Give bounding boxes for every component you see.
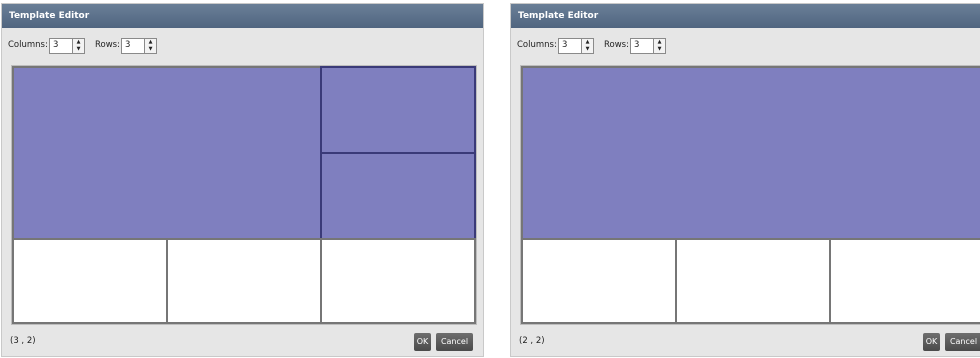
columns-label: Columns: [517,40,557,50]
cancel-button[interactable]: Cancel [945,333,980,351]
grid-cell[interactable] [12,238,168,324]
grid-cell[interactable] [829,238,980,324]
template-grid-canvas[interactable] [11,65,477,325]
cancel-button[interactable]: Cancel [436,333,473,351]
ok-button[interactable]: OK [923,333,940,351]
rows-value[interactable]: 3 [125,40,130,50]
cursor-position-status: (3 , 2) [10,336,36,346]
rows-value[interactable]: 3 [634,40,639,50]
spin-down-icon[interactable]: ▼ [73,46,84,53]
spin-up-icon[interactable]: ▲ [145,39,156,46]
grid-cell-selected[interactable] [320,66,476,154]
dialog-title: Template Editor [2,4,483,28]
rows-label: Rows: [95,40,120,50]
columns-stepper[interactable]: 3 ▲ ▼ [558,38,594,54]
template-grid-canvas[interactable] [520,65,980,325]
rows-label: Rows: [604,40,629,50]
rows-stepper[interactable]: 3 ▲ ▼ [121,38,157,54]
cursor-position-status: (2 , 2) [519,336,545,346]
template-editor-dialog: Template Editor Columns: 3 ▲ ▼ Rows: 3 ▲… [511,4,980,356]
template-editor-dialog: Template Editor Columns: 3 ▲ ▼ Rows: 3 ▲… [2,4,483,356]
spin-up-icon[interactable]: ▲ [582,39,593,46]
columns-value[interactable]: 3 [53,40,58,50]
grid-cell-merged-selection[interactable] [12,66,322,240]
spin-up-icon[interactable]: ▲ [654,39,665,46]
rows-stepper[interactable]: 3 ▲ ▼ [630,38,666,54]
columns-value[interactable]: 3 [562,40,567,50]
spin-down-icon[interactable]: ▼ [145,46,156,53]
grid-cell-selected[interactable] [320,152,476,240]
grid-cell[interactable] [521,238,677,324]
grid-cell[interactable] [320,238,476,324]
grid-cell-merged-selection[interactable] [521,66,980,240]
spin-up-icon[interactable]: ▲ [73,39,84,46]
grid-cell[interactable] [675,238,831,324]
ok-button[interactable]: OK [414,333,431,351]
spin-down-icon[interactable]: ▼ [582,46,593,53]
grid-cell[interactable] [166,238,322,324]
columns-stepper[interactable]: 3 ▲ ▼ [49,38,85,54]
spin-down-icon[interactable]: ▼ [654,46,665,53]
dialog-title: Template Editor [511,4,980,28]
columns-label: Columns: [8,40,48,50]
